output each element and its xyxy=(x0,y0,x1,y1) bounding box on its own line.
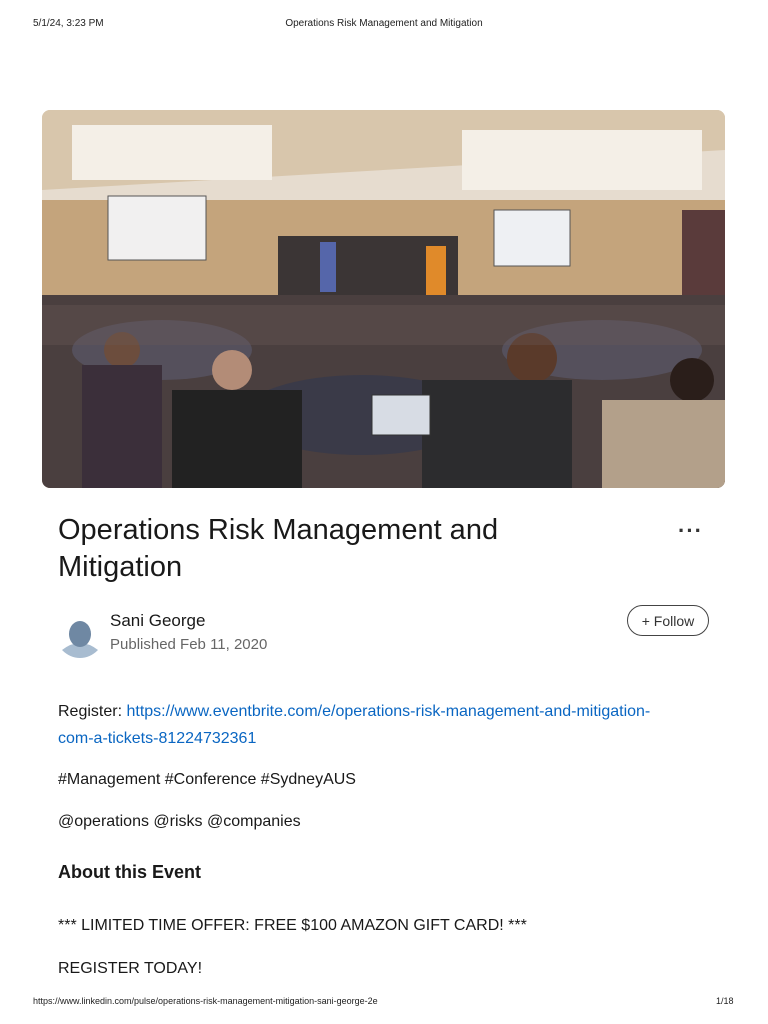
page-number: 1/18 xyxy=(716,996,734,1006)
register-paragraph: Register: https://www.eventbrite.com/e/o… xyxy=(58,698,658,752)
offer-text: *** LIMITED TIME OFFER: FREE $100 AMAZON… xyxy=(58,917,527,934)
published-date: Published Feb 11, 2020 xyxy=(110,636,268,653)
follow-button[interactable]: + Follow xyxy=(627,605,709,636)
author-name[interactable]: Sani George xyxy=(110,611,205,631)
article-cover-image xyxy=(42,110,725,488)
register-label: Register: xyxy=(58,703,127,720)
register-link[interactable]: https://www.eventbrite.com/e/operations-… xyxy=(58,703,650,747)
mentions[interactable]: @operations @risks @companies xyxy=(58,808,301,835)
print-url: https://www.linkedin.com/pulse/operation… xyxy=(33,996,378,1006)
section-heading: About this Event xyxy=(58,862,201,882)
hashtags[interactable]: #Management #Conference #SydneyAUS xyxy=(58,766,356,793)
ellipsis-icon[interactable]: ··· xyxy=(678,518,703,544)
print-doc-title: Operations Risk Management and Mitigatio… xyxy=(285,18,483,29)
author-avatar[interactable] xyxy=(60,618,100,658)
article-title: Operations Risk Management and Mitigatio… xyxy=(58,514,499,583)
cta-text: REGISTER TODAY! xyxy=(58,960,203,977)
